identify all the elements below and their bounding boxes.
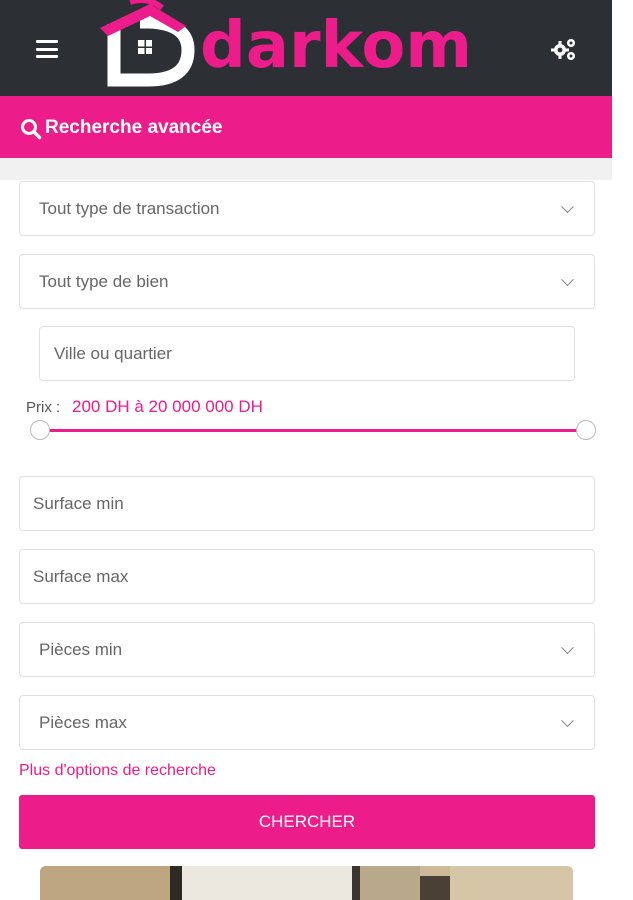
surface-max-input[interactable]: Surface max <box>19 549 595 604</box>
rooms-max-value: Pièces max <box>39 712 127 732</box>
city-input[interactable]: Ville ou quartier <box>39 326 575 381</box>
surface-max-placeholder: Surface max <box>33 566 129 586</box>
price-label: Prix : <box>26 399 61 416</box>
price-slider-track[interactable] <box>40 429 586 432</box>
logo-house-d-icon <box>100 0 195 87</box>
surface-min-input[interactable]: Surface min <box>19 476 595 531</box>
price-slider-min-handle[interactable] <box>30 420 50 440</box>
divider <box>0 158 612 180</box>
price-range-value: 200 DH à 20 000 000 DH <box>72 397 263 416</box>
city-placeholder: Ville ou quartier <box>54 343 172 363</box>
chevron-down-icon <box>561 199 574 213</box>
more-search-options-link[interactable]: Plus d'options de recherche <box>19 762 216 780</box>
chevron-down-icon <box>561 640 574 654</box>
price-slider-max-handle[interactable] <box>576 420 596 440</box>
logo[interactable]: darkom <box>100 0 510 96</box>
listing-photo[interactable] <box>40 866 573 900</box>
hamburger-menu-icon[interactable] <box>36 40 58 58</box>
chevron-down-icon <box>561 713 574 727</box>
search-icon <box>21 119 42 140</box>
search-button[interactable]: CHERCHER <box>19 795 595 849</box>
property-type-select[interactable]: Tout type de bien <box>19 254 595 309</box>
logo-text: darkom <box>200 9 473 83</box>
rooms-min-select[interactable]: Pièces min <box>19 622 595 677</box>
rooms-max-select[interactable]: Pièces max <box>19 695 595 750</box>
property-type-value: Tout type de bien <box>39 271 169 291</box>
gears-icon[interactable] <box>550 36 578 62</box>
surface-min-placeholder: Surface min <box>33 493 124 513</box>
rooms-min-value: Pièces min <box>39 639 123 659</box>
advanced-search-label: Recherche avancée <box>45 117 223 138</box>
transaction-type-select[interactable]: Tout type de transaction <box>19 181 595 236</box>
chevron-down-icon <box>561 272 574 286</box>
transaction-type-value: Tout type de transaction <box>39 198 220 218</box>
